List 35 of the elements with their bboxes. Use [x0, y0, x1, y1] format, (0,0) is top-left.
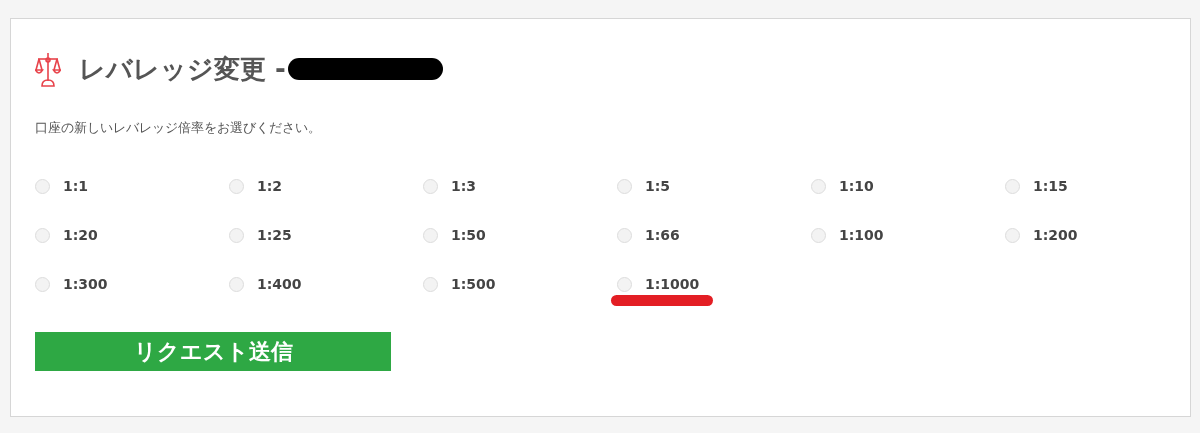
option-label[interactable]: 1:300 [63, 276, 108, 292]
page-title: レバレッジ変更 - [79, 52, 286, 86]
option-label[interactable]: 1:1 [63, 178, 89, 194]
radio-button[interactable] [35, 276, 50, 292]
radio-button[interactable] [1005, 227, 1020, 243]
radio-button[interactable] [617, 227, 632, 243]
option-label[interactable]: 1:25 [257, 227, 292, 243]
radio-button[interactable] [811, 227, 826, 243]
option-label[interactable]: 1:5 [645, 178, 671, 194]
option-label[interactable]: 1:1000 [645, 276, 700, 292]
radio-button[interactable] [617, 178, 632, 194]
radio-button[interactable] [229, 227, 244, 243]
radio-button[interactable] [229, 178, 244, 194]
radio-button[interactable] [423, 227, 438, 243]
option-label[interactable]: 1:500 [451, 276, 496, 292]
option-label[interactable]: 1:100 [839, 227, 884, 243]
option-label[interactable]: 1:2 [257, 178, 283, 194]
radio-button[interactable] [35, 227, 50, 243]
radio-button[interactable] [1005, 178, 1020, 194]
option-label[interactable]: 1:15 [1033, 178, 1068, 194]
option-label[interactable]: 1:50 [451, 227, 486, 243]
radio-button[interactable] [423, 276, 438, 292]
option-label[interactable]: 1:3 [451, 178, 477, 194]
radio-button[interactable] [617, 276, 632, 292]
option-label[interactable]: 1:10 [839, 178, 874, 194]
radio-button[interactable] [35, 178, 50, 194]
instruction-text: 口座の新しいレバレッジ倍率をお選びください。 [35, 119, 322, 137]
radio-button[interactable] [811, 178, 826, 194]
radio-button[interactable] [423, 178, 438, 194]
option-label[interactable]: 1:200 [1033, 227, 1078, 243]
option-label[interactable]: 1:400 [257, 276, 302, 292]
option-label[interactable]: 1:66 [645, 227, 680, 243]
radio-button[interactable] [229, 276, 244, 292]
option-label[interactable]: 1:20 [63, 227, 98, 243]
scale-icon [35, 51, 61, 87]
